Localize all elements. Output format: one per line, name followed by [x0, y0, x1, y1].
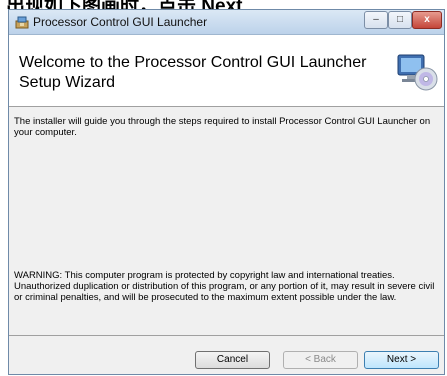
setup-wizard-window: Processor Control GUI Launcher – □ x Wel… [8, 9, 445, 375]
title-bar[interactable]: Processor Control GUI Launcher – □ x [9, 10, 444, 35]
maximize-button[interactable]: □ [388, 11, 412, 29]
wizard-body: The installer will guide you through the… [9, 107, 444, 335]
page-caption: 出现如下图画时，点击 Next. [0, 0, 447, 9]
close-button[interactable]: x [412, 11, 442, 29]
intro-text: The installer will guide you through the… [14, 116, 431, 138]
back-button[interactable]: < Back [283, 351, 358, 369]
wizard-title-line2: Setup Wizard [19, 74, 116, 91]
computer-cd-icon [396, 53, 438, 91]
warning-text: WARNING: This computer program is protec… [14, 270, 435, 303]
wizard-header: Welcome to the Processor Control GUI Lau… [9, 35, 444, 107]
wizard-title: Welcome to the Processor Control GUI Lau… [19, 53, 379, 93]
next-button[interactable]: Next > [364, 351, 439, 369]
minimize-button[interactable]: – [364, 11, 388, 29]
wizard-title-line1: Welcome to the Processor Control GUI Lau… [19, 54, 367, 71]
cancel-button[interactable]: Cancel [195, 351, 270, 369]
footer-divider [9, 335, 444, 336]
window-title: Processor Control GUI Launcher [33, 15, 208, 29]
installer-icon [15, 15, 29, 29]
